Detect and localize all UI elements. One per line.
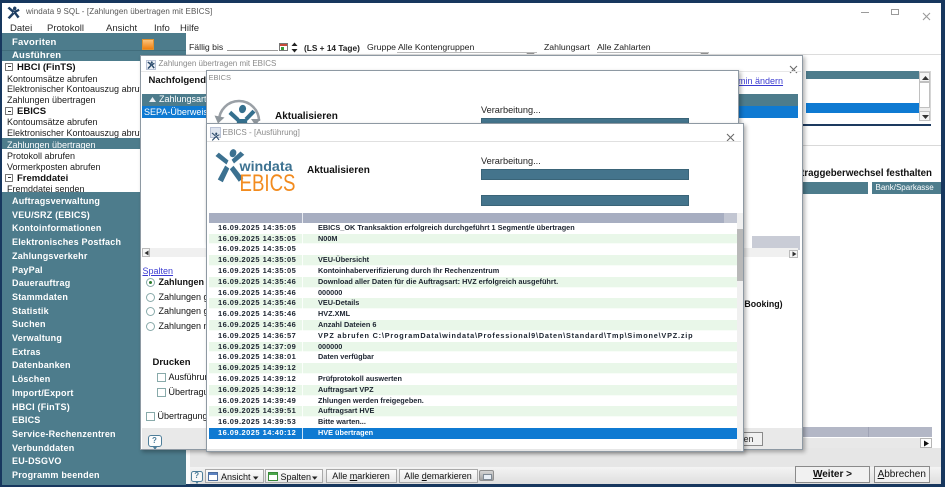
svg-text:EBICS: EBICS <box>240 170 296 196</box>
